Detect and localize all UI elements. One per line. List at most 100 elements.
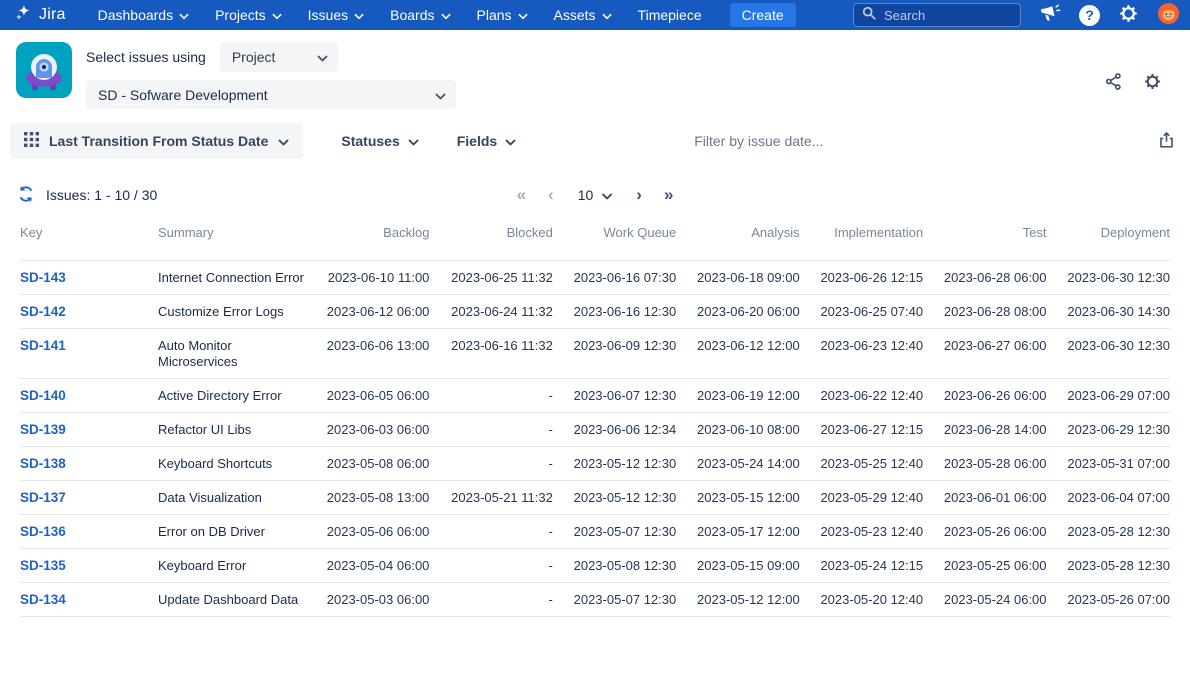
gear-icon (1143, 79, 1162, 94)
issue-summary: Internet Connection Error (158, 261, 306, 295)
column-header: Blocked (429, 215, 552, 261)
announcements-button[interactable] (1039, 4, 1061, 27)
issue-date-filter-input[interactable] (694, 133, 994, 149)
first-page-button[interactable]: « (513, 185, 530, 205)
chevron-down-icon (278, 133, 289, 149)
column-header: Key (20, 215, 158, 261)
date-cell: 2023-06-12 06:00 (306, 295, 429, 329)
fields-label: Fields (457, 133, 497, 149)
date-cell: 2023-05-03 06:00 (306, 583, 429, 617)
nav-item-assets[interactable]: Assets (554, 7, 612, 23)
statuses-dropdown[interactable]: Statuses (341, 133, 418, 149)
issue-key-link[interactable]: SD-141 (20, 338, 66, 353)
nav-item-boards[interactable]: Boards (390, 7, 450, 23)
date-cell: 2023-05-20 12:40 (800, 583, 923, 617)
date-cell: - (429, 447, 552, 481)
issues-count-label: Issues: 1 - 10 / 30 (46, 187, 157, 203)
nav-item-label: Projects (215, 7, 266, 23)
issue-summary: Customize Error Logs (158, 295, 306, 329)
last-page-button[interactable]: » (660, 185, 677, 205)
column-header: Implementation (800, 215, 923, 261)
select-mode-dropdown[interactable]: Project (220, 42, 338, 72)
date-cell: 2023-06-04 07:00 (1047, 481, 1170, 515)
date-cell: 2023-06-30 14:30 (1047, 295, 1170, 329)
date-cell: 2023-06-06 12:34 (553, 413, 676, 447)
nav-item-projects[interactable]: Projects (215, 7, 282, 23)
date-cell: 2023-05-25 12:40 (800, 447, 923, 481)
chevron-down-icon (317, 49, 328, 65)
issue-key-link[interactable]: SD-143 (20, 270, 66, 285)
date-cell: 2023-06-18 09:00 (676, 261, 799, 295)
date-cell: 2023-05-28 12:30 (1047, 515, 1170, 549)
column-header: Analysis (676, 215, 799, 261)
issue-key-link[interactable]: SD-136 (20, 524, 66, 539)
issue-key-link[interactable]: SD-142 (20, 304, 66, 319)
date-cell: 2023-06-07 12:30 (553, 379, 676, 413)
date-cell: 2023-05-07 12:30 (553, 583, 676, 617)
issue-summary: Keyboard Error (158, 549, 306, 583)
table-row: SD-141 Auto Monitor Microservices 2023-0… (20, 329, 1170, 379)
date-cell: 2023-05-24 06:00 (923, 583, 1046, 617)
page-size-select[interactable]: 10 (572, 187, 619, 203)
issue-summary: Error on DB Driver (158, 515, 306, 549)
issues-table-container: KeySummaryBacklogBlockedWork QueueAnalys… (0, 215, 1190, 617)
next-page-button[interactable]: › (632, 185, 646, 205)
nav-item-plans[interactable]: Plans (477, 7, 528, 23)
gadget-settings-button[interactable] (1143, 56, 1162, 109)
issue-key-link[interactable]: SD-139 (20, 422, 66, 437)
help-button[interactable]: ? (1079, 5, 1100, 26)
jira-logo[interactable]: Jira (14, 3, 66, 27)
date-cell: 2023-06-20 06:00 (676, 295, 799, 329)
date-cell: 2023-06-23 12:40 (800, 329, 923, 379)
help-icon: ? (1079, 5, 1100, 26)
column-header: Work Queue (553, 215, 676, 261)
table-row: SD-143 Internet Connection Error 2023-06… (20, 261, 1170, 295)
date-cell: 2023-06-25 11:32 (429, 261, 552, 295)
nav-item-label: Timepiece (638, 7, 702, 23)
column-header: Test (923, 215, 1046, 261)
project-dropdown[interactable]: SD - Sofware Development (86, 80, 456, 109)
issue-key-link[interactable]: SD-135 (20, 558, 66, 573)
chevron-down-icon (441, 7, 451, 23)
date-cell: 2023-05-15 12:00 (676, 481, 799, 515)
nav-item-dashboards[interactable]: Dashboards (98, 7, 190, 23)
refresh-button[interactable] (16, 184, 36, 207)
date-cell: - (429, 515, 552, 549)
settings-button[interactable] (1118, 3, 1139, 27)
gadget-app-icon (16, 42, 72, 98)
fields-dropdown[interactable]: Fields (457, 133, 516, 149)
table-row: SD-135 Keyboard Error 2023-05-04 06:00 -… (20, 549, 1170, 583)
select-mode-value: Project (232, 49, 276, 65)
jira-logo-text: Jira (39, 6, 66, 24)
nav-item-timepiece[interactable]: Timepiece (638, 7, 702, 23)
issue-key-link[interactable]: SD-137 (20, 490, 66, 505)
user-avatar[interactable] (1157, 2, 1180, 28)
date-cell: 2023-06-16 12:30 (553, 295, 676, 329)
gear-icon (1118, 3, 1139, 27)
chevron-down-icon (505, 133, 516, 149)
date-cell: 2023-05-12 12:00 (676, 583, 799, 617)
previous-page-button[interactable]: ‹ (544, 185, 558, 205)
nav-item-label: Plans (477, 7, 512, 23)
share-button[interactable] (1104, 56, 1123, 109)
date-cell: 2023-05-08 13:00 (306, 481, 429, 515)
search-input[interactable] (884, 8, 994, 23)
export-button[interactable] (1157, 130, 1176, 153)
issue-key-link[interactable]: SD-140 (20, 388, 66, 403)
issues-table-body: SD-143 Internet Connection Error 2023-06… (20, 261, 1170, 617)
issue-summary: Auto Monitor Microservices (158, 329, 306, 379)
issue-key-link[interactable]: SD-138 (20, 456, 66, 471)
global-search[interactable] (853, 3, 1021, 27)
create-button[interactable]: Create (730, 3, 796, 27)
table-row: SD-142 Customize Error Logs 2023-06-12 0… (20, 295, 1170, 329)
nav-item-label: Dashboards (98, 7, 174, 23)
column-header: Backlog (306, 215, 429, 261)
chevron-down-icon (601, 187, 612, 203)
date-cell: 2023-06-27 06:00 (923, 329, 1046, 379)
issue-key-link[interactable]: SD-134 (20, 592, 66, 607)
nav-item-issues[interactable]: Issues (308, 7, 364, 23)
column-header: Summary (158, 215, 306, 261)
date-cell: 2023-06-09 12:30 (553, 329, 676, 379)
view-selector-dropdown[interactable]: Last Transition From Status Date (10, 123, 303, 159)
date-cell: 2023-06-27 12:15 (800, 413, 923, 447)
